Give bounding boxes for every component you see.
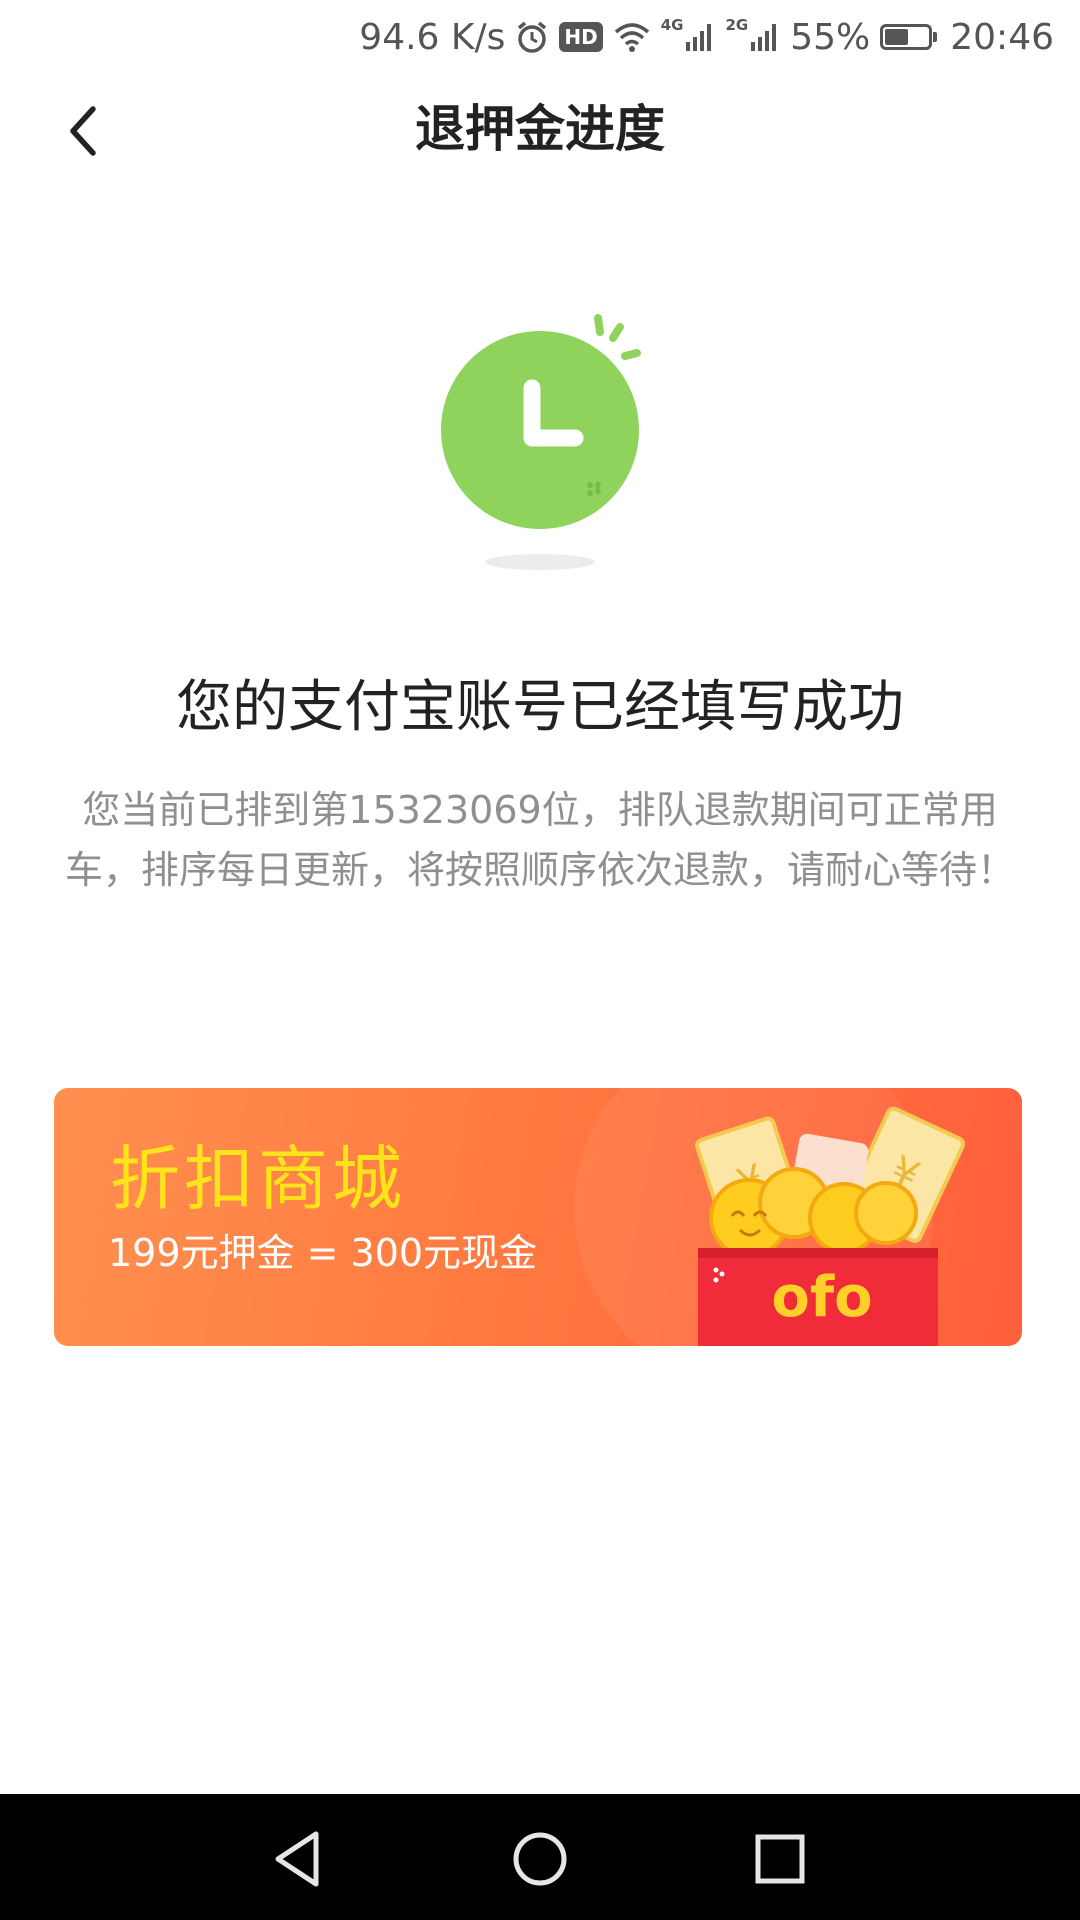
network-speed: 94.6 K/s xyxy=(359,16,506,58)
red-envelope-coins-icon: ¥ ¥ ofo xyxy=(695,1106,966,1346)
battery-percent: 55% xyxy=(790,16,871,58)
signal-bars-icon xyxy=(686,24,712,51)
nav-bar: 退押金进度 xyxy=(0,74,1080,184)
triangle-back-icon xyxy=(275,1831,319,1887)
hd-badge: HD xyxy=(559,22,603,52)
network-2g-label: 2G xyxy=(725,16,749,34)
banner-subtitle: 199元押金 = 300元现金 xyxy=(108,1231,538,1275)
nav-recents-button[interactable] xyxy=(745,1826,815,1892)
system-nav-bar xyxy=(0,1794,1080,1920)
battery-fill xyxy=(885,29,909,45)
nav-home-button[interactable] xyxy=(505,1826,575,1892)
waiting-clock-illustration xyxy=(430,305,670,585)
signal-4g: 4G xyxy=(661,16,716,52)
status-headline: 您的支付宝账号已经填写成功 xyxy=(176,675,904,740)
square-recents-icon xyxy=(755,1834,805,1884)
page-title: 退押金进度 xyxy=(415,100,665,158)
nav-back-button[interactable] xyxy=(266,1826,336,1892)
signal-bars-icon xyxy=(751,24,777,51)
alarm-icon xyxy=(515,20,549,54)
clock-time: 20:46 xyxy=(950,16,1054,58)
network-4g-label: 4G xyxy=(660,16,684,34)
signal-2g: 2G xyxy=(725,16,780,52)
queue-detail-text: 您当前已排到第15323069位，排队退款期间可正常用车，排序每日更新，将按照顺… xyxy=(64,788,1015,892)
discount-mall-banner[interactable]: 折扣商城 199元押金 = 300元现金 ¥ ¥ ofo xyxy=(54,1088,1022,1346)
banner-title: 折扣商城 xyxy=(110,1138,406,1220)
circle-home-icon xyxy=(513,1832,567,1886)
ofo-logo: ofo xyxy=(771,1265,872,1330)
status-bar: 94.6 K/s HD 4G 2G 55% 20:46 xyxy=(0,0,1080,74)
wifi-icon xyxy=(613,21,651,53)
battery-icon xyxy=(880,24,938,50)
